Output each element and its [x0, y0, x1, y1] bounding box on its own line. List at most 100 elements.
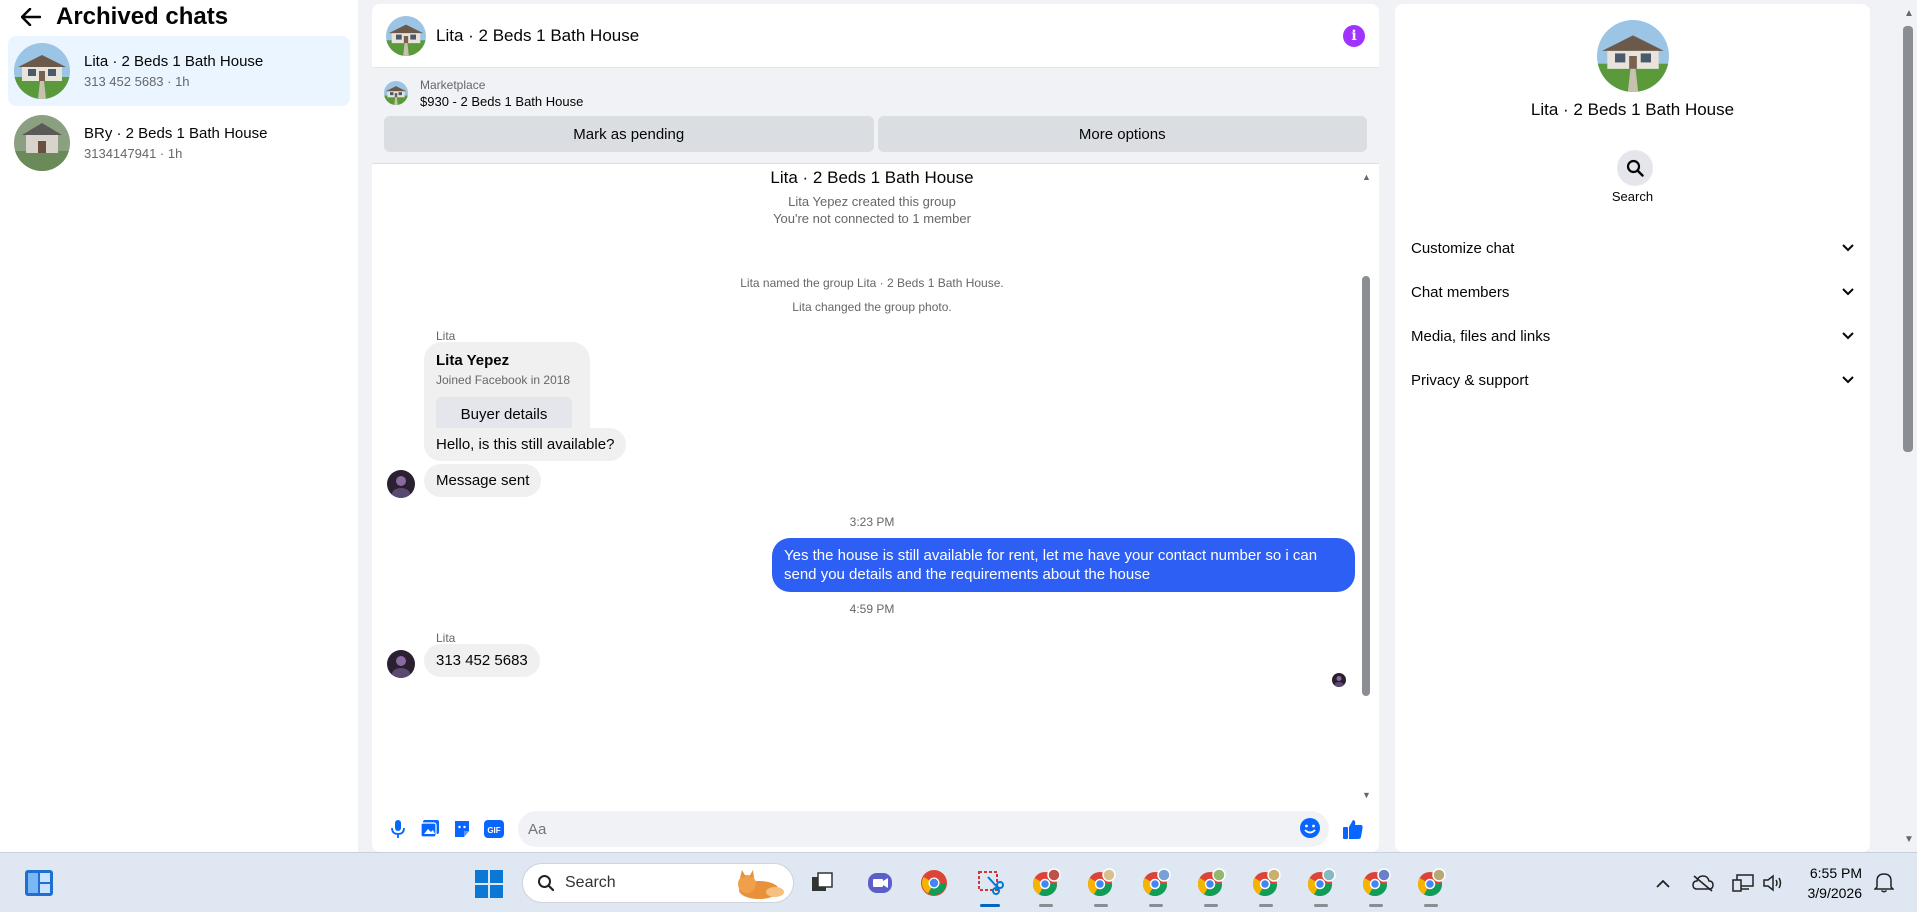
section-label: Privacy & support [1411, 371, 1529, 389]
sidebar-header: Archived chats [0, 0, 358, 34]
fox-illustration-icon [729, 868, 785, 900]
listing-title[interactable]: $930 - 2 Beds 1 Bath House [420, 94, 583, 109]
message-composer: GIF [372, 806, 1379, 852]
conversation-title[interactable]: Lita · 2 Beds 1 Bath House [436, 26, 1343, 46]
scroll-down-icon[interactable]: ▼ [1362, 790, 1371, 800]
network-icon[interactable] [1730, 867, 1756, 899]
system-message: Lita named the group Lita · 2 Beds 1 Bat… [740, 276, 1004, 290]
buyer-name: Lita Yepez [436, 352, 510, 369]
customize-chat-section[interactable]: Customize chat [1395, 226, 1870, 270]
chevron-down-icon [1842, 332, 1854, 340]
sidebar-title: Archived chats [56, 3, 229, 30]
section-label: Customize chat [1411, 239, 1515, 257]
buyer-details-button[interactable]: Buyer details [436, 397, 572, 431]
chat-preview: 3134147941 · 1h [84, 146, 183, 161]
taskbar-search-placeholder: Search [565, 874, 616, 891]
message-input-wrapper [518, 811, 1329, 847]
running-app-indicator [1094, 904, 1108, 907]
chrome-icon[interactable] [918, 867, 950, 899]
chat-avatar [14, 115, 70, 171]
chrome-profile-icon[interactable] [1030, 867, 1062, 907]
chat-name: BRy · 2 Beds 1 Bath House [84, 125, 268, 142]
scroll-up-icon[interactable]: ▲ [1362, 172, 1371, 182]
chrome-profile-icon[interactable] [1415, 867, 1447, 907]
taskbar-search-box[interactable]: Search [522, 863, 794, 903]
details-title: Lita · 2 Beds 1 Bath House [1530, 100, 1735, 119]
search-label: Search [1611, 189, 1654, 204]
chat-name: Lita · 2 Beds 1 Bath House [84, 53, 264, 70]
message-input[interactable] [528, 820, 1240, 838]
page-scroll-up-icon[interactable]: ▲ [1904, 8, 1914, 19]
running-app-indicator [1149, 904, 1163, 907]
clock-date: 3/9/2026 [1807, 885, 1863, 901]
thread-scrollbar[interactable]: ▲ ▼ [1361, 172, 1371, 800]
windows-start-icon[interactable] [474, 869, 504, 899]
active-app-indicator [980, 904, 1000, 907]
task-view-icon[interactable] [806, 867, 838, 899]
more-options-button[interactable]: More options [877, 116, 1367, 152]
chevron-down-icon [1842, 288, 1854, 296]
chrome-profile-icon[interactable] [1195, 867, 1227, 907]
section-label: Media, files and links [1411, 327, 1551, 345]
running-app-indicator [1369, 904, 1383, 907]
privacy-support-section[interactable]: Privacy & support [1395, 358, 1870, 402]
buyer-joined: Joined Facebook in 2018 [436, 373, 571, 387]
emoji-icon[interactable] [1299, 817, 1323, 841]
chrome-profile-icon[interactable] [1140, 867, 1172, 907]
back-arrow-icon[interactable] [20, 6, 42, 28]
mark-as-pending-button[interactable]: Mark as pending [384, 116, 874, 152]
timestamp: 4:59 PM [849, 602, 895, 616]
system-clock[interactable]: 6:55 PM 3/9/2026 [1790, 863, 1863, 903]
conversation-panel: Lita · 2 Beds 1 Bath House i Marketplace… [372, 4, 1379, 852]
chrome-profile-icon[interactable] [1305, 867, 1337, 907]
chat-list-item[interactable]: BRy · 2 Beds 1 Bath House 3134147941 · 1… [8, 108, 350, 178]
photo-icon[interactable] [418, 817, 442, 841]
chrome-profile-icon[interactable] [1360, 867, 1392, 907]
archived-chats-sidebar: Archived chats Lita · 2 Beds 1 Bath Hous… [0, 0, 358, 852]
like-thumb-icon[interactable] [1341, 817, 1365, 841]
search-button[interactable] [1617, 150, 1653, 186]
marketplace-label: Marketplace [420, 77, 486, 92]
info-icon[interactable]: i [1343, 24, 1365, 47]
cloud-offline-icon[interactable] [1690, 867, 1716, 899]
clock-time: 6:55 PM [1809, 865, 1862, 881]
message-bubble: 313 452 5683 [424, 644, 540, 677]
seen-avatar [1332, 673, 1346, 687]
chrome-profile-icon[interactable] [1085, 867, 1117, 907]
running-app-indicator [1204, 904, 1218, 907]
page-scrollbar[interactable] [1903, 26, 1913, 452]
gif-icon[interactable]: GIF [482, 817, 506, 841]
details-avatar [1597, 20, 1669, 92]
running-app-indicator [1259, 904, 1273, 907]
chat-preview: 313 452 5683 · 1h [84, 74, 190, 89]
chrome-profile-icon[interactable] [1250, 867, 1282, 907]
group-title: Lita · 2 Beds 1 Bath House [770, 168, 974, 187]
volume-icon[interactable] [1760, 867, 1786, 899]
outgoing-message-bubble: Yes the house is still available for ren… [772, 538, 1355, 592]
conversation-avatar[interactable] [386, 16, 426, 56]
sender-avatar[interactable] [387, 650, 415, 678]
chat-details-panel: Lita · 2 Beds 1 Bath House Search Custom… [1395, 4, 1870, 852]
page-scroll-down-icon[interactable]: ▼ [1904, 834, 1914, 845]
scroll-thumb[interactable] [1362, 276, 1370, 696]
sticker-icon[interactable] [450, 817, 474, 841]
search-icon [537, 874, 555, 892]
media-files-links-section[interactable]: Media, files and links [1395, 314, 1870, 358]
running-app-indicator [1039, 904, 1053, 907]
microphone-icon[interactable] [386, 817, 410, 841]
teams-meet-icon[interactable] [864, 867, 896, 899]
notification-bell-icon[interactable] [1873, 871, 1896, 893]
chat-members-section[interactable]: Chat members [1395, 270, 1870, 314]
not-connected-text: You're not connected to 1 member [773, 211, 971, 226]
widgets-icon[interactable] [24, 869, 54, 897]
snipping-tool-icon[interactable] [974, 867, 1006, 907]
chevron-up-icon[interactable] [1652, 867, 1674, 899]
listing-thumbnail[interactable] [384, 81, 408, 105]
chevron-down-icon [1842, 376, 1854, 384]
chevron-down-icon [1842, 244, 1854, 252]
chat-list-item[interactable]: Lita · 2 Beds 1 Bath House 313 452 5683 … [8, 36, 350, 106]
message-bubble: Message sent [424, 464, 542, 497]
sender-avatar[interactable] [387, 470, 415, 498]
running-app-indicator [1314, 904, 1328, 907]
group-created-text: Lita Yepez created this group [788, 194, 956, 209]
